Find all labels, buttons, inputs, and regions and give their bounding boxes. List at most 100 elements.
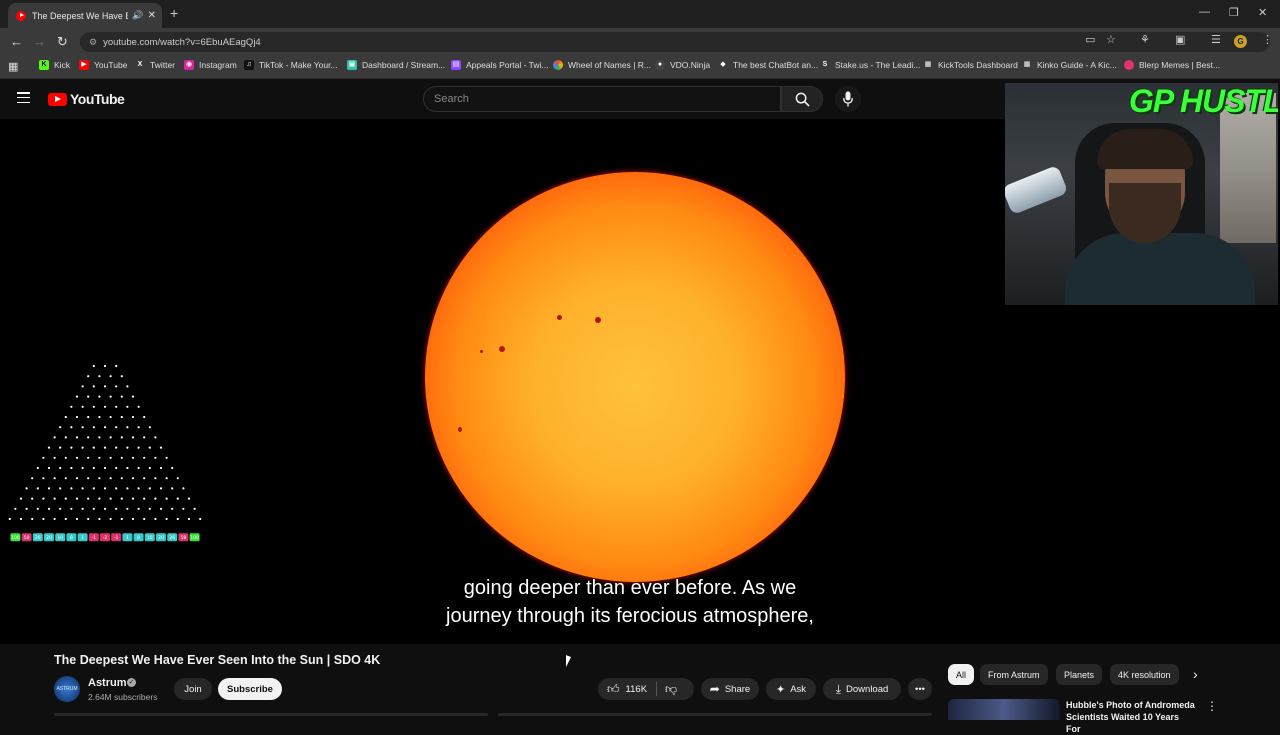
plinko-slot-label: 20 — [158, 535, 164, 541]
plinko-peg — [120, 497, 123, 500]
search-input[interactable]: Search — [423, 86, 781, 112]
restore-icon[interactable]: ❐ — [1229, 6, 1239, 19]
hamburger-menu-icon[interactable] — [17, 92, 30, 104]
plinko-peg — [131, 436, 135, 439]
overlay-logo: GP HUSTLA — [1129, 83, 1278, 119]
plinko-slot: 26 — [32, 533, 43, 542]
recommendation-thumbnail[interactable] — [948, 699, 1060, 720]
youtube-play-icon — [48, 92, 67, 106]
plinko-peg — [176, 497, 179, 500]
plinko-peg — [103, 385, 107, 388]
more-actions-button[interactable]: ••• — [908, 678, 932, 700]
bookmark-chatbot[interactable]: ◆ The best ChatBot an... — [718, 60, 818, 70]
minimize-icon[interactable]: — — [1199, 6, 1210, 18]
bookmark-stake[interactable]: S Stake.us - The Leadi... — [820, 60, 921, 70]
bookmark-twitch-appeals[interactable]: ▤ Appeals Portal - Twi... — [451, 60, 549, 70]
plinko-peg — [92, 487, 95, 490]
bookmark-instagram[interactable]: ◉ Instagram — [184, 60, 237, 70]
voice-search-button[interactable] — [835, 86, 861, 112]
plinko-peg — [199, 517, 202, 521]
channel-avatar[interactable]: ASTRUM — [54, 676, 80, 702]
youtube-logo[interactable]: YouTube — [48, 91, 125, 107]
channel-name[interactable]: Astrum — [88, 677, 127, 689]
chevron-right-icon[interactable]: › — [1193, 666, 1198, 682]
join-button[interactable]: Join — [174, 678, 212, 700]
speaker-icon[interactable]: 🔊 — [132, 10, 143, 21]
recommendation-more-icon[interactable]: ⋮ — [1206, 699, 1218, 713]
plinko-peg — [120, 395, 123, 398]
bookmark-twitter[interactable]: X Twitter — [135, 60, 175, 70]
search-button[interactable] — [781, 86, 823, 112]
plinko-slot: 1 — [122, 533, 133, 542]
plinko-peg — [109, 436, 112, 439]
bookmark-kinko-guide[interactable]: ▦ Kinko Guide - A Kic... — [1022, 60, 1117, 70]
like-icon[interactable]: 👍︎ — [607, 682, 620, 697]
forward-icon[interactable]: → — [33, 34, 46, 49]
bookmark-kicktools[interactable]: ▦ KickTools Dashboard — [923, 60, 1018, 70]
plinko-peg — [64, 497, 67, 500]
subscribe-button[interactable]: Subscribe — [218, 678, 282, 700]
cast-icon[interactable]: ▣ — [1175, 33, 1185, 46]
profile-avatar[interactable]: G — [1234, 35, 1247, 48]
plinko-slot-label: 20 — [46, 535, 52, 541]
more-horizontal-icon: ••• — [915, 683, 925, 695]
plinko-peg — [92, 466, 95, 470]
plinko-slot: -1 — [111, 533, 122, 542]
browser-tab-active[interactable]: The Deepest We Have Ever 🔊 ✕ — [8, 3, 162, 28]
media-controls-icon[interactable]: ☰ — [1211, 33, 1221, 46]
plinko-peg — [87, 395, 90, 398]
plinko-peg — [19, 517, 23, 521]
bookmark-vdo-ninja[interactable]: ● VDO.Ninja — [655, 60, 710, 70]
youtube-favicon-icon — [16, 10, 26, 21]
chip-from-astrum[interactable]: From Astrum — [980, 664, 1048, 685]
plinko-slot: 1 — [77, 533, 88, 542]
bookmark-tiktok[interactable]: ♫ TikTok - Make Your... — [244, 60, 338, 70]
plinko-peg — [120, 477, 123, 480]
plinko-peg — [137, 507, 140, 510]
window-close-icon[interactable]: ✕ — [1258, 6, 1267, 19]
chip-planets[interactable]: Planets — [1056, 664, 1103, 685]
instagram-icon: ◉ — [184, 60, 194, 70]
install-app-icon[interactable]: ▭ — [1085, 33, 1095, 46]
plinko-peg — [19, 497, 23, 500]
ask-button[interactable]: ✦ Ask — [766, 678, 816, 700]
plinko-peg — [75, 415, 79, 419]
bookmark-youtube[interactable]: ▶ YouTube — [79, 60, 127, 70]
recommendation-title[interactable]: Hubble's Photo of Andromeda Scientists W… — [1066, 699, 1196, 735]
new-tab-button[interactable]: + — [170, 5, 178, 21]
like-count[interactable]: 116K — [626, 684, 647, 695]
bookmark-wheel-of-names[interactable]: Wheel of Names | R... — [553, 60, 651, 70]
close-tab-icon[interactable]: ✕ — [148, 10, 156, 21]
dislike-icon[interactable]: 👎︎ — [665, 682, 677, 697]
extensions-icon[interactable]: ⚘ — [1140, 33, 1150, 46]
bookmark-star-icon[interactable]: ☆ — [1106, 33, 1116, 46]
plinko-peg — [70, 507, 73, 510]
plinko-peg — [115, 405, 118, 408]
share-button[interactable]: ➦ Share — [701, 678, 759, 700]
chip-all[interactable]: All — [948, 664, 975, 685]
bookmark-blerp[interactable]: Blerp Memes | Best... — [1124, 60, 1220, 70]
plinko-peg — [159, 466, 163, 470]
webcam-overlay: GP HUSTLA — [1005, 83, 1278, 305]
plinko-peg — [165, 456, 168, 459]
caption-line-1: going deeper than ever before. As we — [463, 577, 797, 599]
bookmarks-bar: ▦ K Kick ▶ YouTube X Twitter ◉ Instagram ♫ Ti… — [0, 56, 1280, 79]
plinko-peg — [81, 466, 84, 470]
back-icon[interactable]: ← — [10, 34, 23, 49]
plinko-peg — [165, 477, 168, 480]
plinko-peg — [47, 507, 51, 510]
reload-icon[interactable]: ↻ — [57, 34, 68, 50]
bookmark-kick[interactable]: K Kick — [39, 60, 70, 70]
download-button[interactable]: ⤓ Download — [823, 678, 901, 700]
chip-4k-resolution[interactable]: 4K resolution — [1110, 664, 1179, 685]
plinko-peg — [75, 497, 79, 500]
apps-grid-icon[interactable]: ▦ — [8, 60, 18, 73]
plinko-slot: 58 — [21, 533, 32, 542]
plinko-peg — [31, 477, 34, 480]
menu-kebab-icon[interactable]: ⋮ — [1262, 33, 1273, 46]
site-info-icon[interactable]: ⚙ — [89, 37, 97, 48]
plinko-peg — [165, 497, 168, 500]
ask-label: Ask — [790, 683, 807, 695]
bookmark-streamlabs[interactable]: ▣ Dashboard / Stream... — [347, 60, 445, 70]
plinko-slot-label: 26 — [35, 535, 41, 541]
